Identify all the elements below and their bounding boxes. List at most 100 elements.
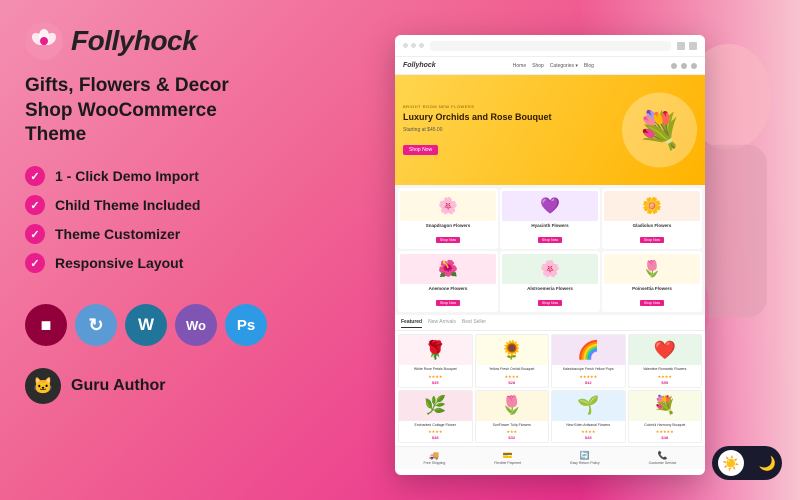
check-icon-1 bbox=[25, 166, 45, 186]
category-hyacinth: 💜 Hyacinth Flowers Shop Now bbox=[500, 188, 600, 249]
preview-categories: 🌸 Snapdragon Flowers Shop Now 💜 Hyacinth… bbox=[395, 185, 705, 315]
product-1: 🌹 White Rose Petals Bouquet ★★★★ $35 bbox=[398, 334, 473, 388]
footer-return: 🔄 Easy Return Policy bbox=[570, 451, 600, 465]
dark-mode-toggle[interactable]: ☀️ 🌙 bbox=[712, 446, 782, 480]
dot-green bbox=[419, 43, 424, 48]
revolution-slider-badge: ↻ bbox=[75, 304, 117, 346]
cat-img-gladiolus: 🌼 bbox=[604, 191, 700, 221]
product-title-6: SunFlower Tulip Flowers bbox=[476, 421, 549, 430]
product-price-3: $42 bbox=[552, 380, 625, 387]
product-3: 🌈 Kaleidoscope Fresh Yellow Pops ★★★★★ $… bbox=[551, 334, 626, 388]
sun-toggle: ☀️ bbox=[718, 450, 744, 476]
tab-best-seller[interactable]: Best Seller bbox=[462, 319, 486, 328]
product-title-4: Valentine Romantic Flowers bbox=[629, 365, 702, 374]
hero-flower-image: 💐 bbox=[622, 93, 697, 168]
product-img-7: 🌱 bbox=[552, 391, 625, 421]
cat-img-anemone: 🌺 bbox=[400, 254, 496, 284]
footer-support: 📞 Customer Service bbox=[649, 451, 677, 465]
category-snapdragon: 🌸 Snapdragon Flowers Shop Now bbox=[398, 188, 498, 249]
browser-dots bbox=[403, 43, 424, 48]
logo-icon bbox=[25, 22, 63, 60]
category-anemone: 🌺 Anemone Flowers Shop Now bbox=[398, 251, 498, 312]
product-price-5: $38 bbox=[399, 435, 472, 442]
product-img-8: 💐 bbox=[629, 391, 702, 421]
url-bar bbox=[430, 41, 671, 51]
hero-cta-button[interactable]: Shop Now bbox=[403, 145, 438, 155]
author-icon: 🐱 bbox=[25, 368, 61, 404]
product-title-1: White Rose Petals Bouquet bbox=[399, 365, 472, 374]
feature-label-4: Responsive Layout bbox=[55, 255, 183, 271]
category-alstroemeria: 🌸 Alstroemeria Flowers Shop Now bbox=[500, 251, 600, 312]
feature-item-2: Child Theme Included bbox=[25, 195, 280, 215]
author-area: 🐱 Guru Author bbox=[25, 368, 280, 404]
product-title-3: Kaleidoscope Fresh Yellow Pops bbox=[552, 365, 625, 374]
payment-icon: 💳 bbox=[494, 451, 521, 460]
footer-support-label: Customer Service bbox=[649, 461, 677, 465]
product-6: 🌷 SunFlower Tulip Flowers ★★★ $32 bbox=[475, 390, 550, 444]
wishlist-action bbox=[691, 63, 697, 69]
cat-name-snapdragon: Snapdragon Flowers bbox=[400, 223, 496, 228]
moon-icon: 🌙 bbox=[759, 455, 776, 472]
cat-btn-snapdragon[interactable]: Shop Now bbox=[436, 237, 460, 243]
footer-return-label: Easy Return Policy bbox=[570, 461, 600, 465]
product-price-6: $32 bbox=[476, 435, 549, 442]
cat-img-snapdragon: 🌸 bbox=[400, 191, 496, 221]
right-panel: Follyhock Home Shop Categories ▾ Blog BR… bbox=[300, 0, 800, 500]
woocommerce-badge: Wo bbox=[175, 304, 217, 346]
product-price-2: $28 bbox=[476, 380, 549, 387]
nav-shop: Shop bbox=[532, 63, 544, 69]
cat-btn-anemone[interactable]: Shop Now bbox=[436, 300, 460, 306]
preview-nav-actions bbox=[671, 63, 697, 69]
dot-yellow bbox=[411, 43, 416, 48]
preview-hero: BRIGHT ROOM NEW FLOWERS Luxury Orchids a… bbox=[395, 75, 705, 185]
preview-footer: 🚚 Free Shipping 💳 Flexible Payment 🔄 Eas… bbox=[395, 446, 705, 469]
cat-name-anemone: Anemone Flowers bbox=[400, 286, 496, 291]
feature-item-4: Responsive Layout bbox=[25, 253, 280, 273]
check-icon-2 bbox=[25, 195, 45, 215]
cat-img-alstroemeria: 🌸 bbox=[502, 254, 598, 284]
cat-name-alstroemeria: Alstroemeria Flowers bbox=[502, 286, 598, 291]
cat-btn-gladiolus[interactable]: Shop Now bbox=[640, 237, 664, 243]
preview-nav-links: Home Shop Categories ▾ Blog bbox=[513, 63, 594, 69]
footer-shipping: 🚚 Free Shipping bbox=[423, 451, 445, 465]
preview-products: 🌹 White Rose Petals Bouquet ★★★★ $35 🌻 Y… bbox=[395, 331, 705, 446]
cat-name-hyacinth: Hyacinth Flowers bbox=[502, 223, 598, 228]
website-preview: Follyhock Home Shop Categories ▾ Blog BR… bbox=[395, 35, 705, 475]
star-icon: 🐱 bbox=[33, 376, 53, 396]
product-title-8: Colorful Harmony Bouquet bbox=[629, 421, 702, 430]
browser-icon-1 bbox=[677, 42, 685, 50]
product-2: 🌻 Yellow Fresh Orchid Bouquet ★★★★ $28 bbox=[475, 334, 550, 388]
product-img-3: 🌈 bbox=[552, 335, 625, 365]
product-title-2: Yellow Fresh Orchid Bouquet bbox=[476, 365, 549, 374]
footer-payment-label: Flexible Payment bbox=[494, 461, 521, 465]
tagline: Gifts, Flowers & Decor Shop WooCommerce … bbox=[25, 74, 280, 148]
cat-btn-poinsettia[interactable]: Shop Now bbox=[640, 300, 664, 306]
cat-img-hyacinth: 💜 bbox=[502, 191, 598, 221]
browser-icons bbox=[677, 42, 697, 50]
preview-site-nav: Follyhock Home Shop Categories ▾ Blog bbox=[395, 57, 705, 75]
product-title-5: Enchanted Cottage Flower bbox=[399, 421, 472, 430]
product-7: 🌱 New Eden Artisanal Flowers ★★★★ $45 bbox=[551, 390, 626, 444]
preview-browser-header bbox=[395, 35, 705, 57]
cat-name-gladiolus: Gladiolus Flowers bbox=[604, 223, 700, 228]
logo-area: Follyhock bbox=[25, 22, 280, 60]
cat-btn-hyacinth[interactable]: Shop Now bbox=[538, 237, 562, 243]
product-8: 💐 Colorful Harmony Bouquet ★★★★★ $48 bbox=[628, 390, 703, 444]
tab-new-arrivals[interactable]: New Arrivals bbox=[428, 319, 456, 328]
product-img-2: 🌻 bbox=[476, 335, 549, 365]
footer-shipping-label: Free Shipping bbox=[423, 461, 445, 465]
category-poinsettia: 🌷 Poinsettia Flowers Shop Now bbox=[602, 251, 702, 312]
main-container: Follyhock Gifts, Flowers & Decor Shop Wo… bbox=[0, 0, 800, 500]
nav-categories: Categories ▾ bbox=[550, 63, 578, 69]
elementor-badge: ■ bbox=[25, 304, 67, 346]
product-4: ❤️ Valentine Romantic Flowers ★★★★ $55 bbox=[628, 334, 703, 388]
product-price-7: $45 bbox=[552, 435, 625, 442]
tab-featured[interactable]: Featured bbox=[401, 319, 422, 328]
product-img-4: ❤️ bbox=[629, 335, 702, 365]
product-price-4: $55 bbox=[629, 380, 702, 387]
cat-img-poinsettia: 🌷 bbox=[604, 254, 700, 284]
product-5: 🌿 Enchanted Cottage Flower ★★★★ $38 bbox=[398, 390, 473, 444]
sun-icon: ☀️ bbox=[722, 455, 739, 472]
product-price-8: $48 bbox=[629, 435, 702, 442]
cat-btn-alstroemeria[interactable]: Shop Now bbox=[538, 300, 562, 306]
